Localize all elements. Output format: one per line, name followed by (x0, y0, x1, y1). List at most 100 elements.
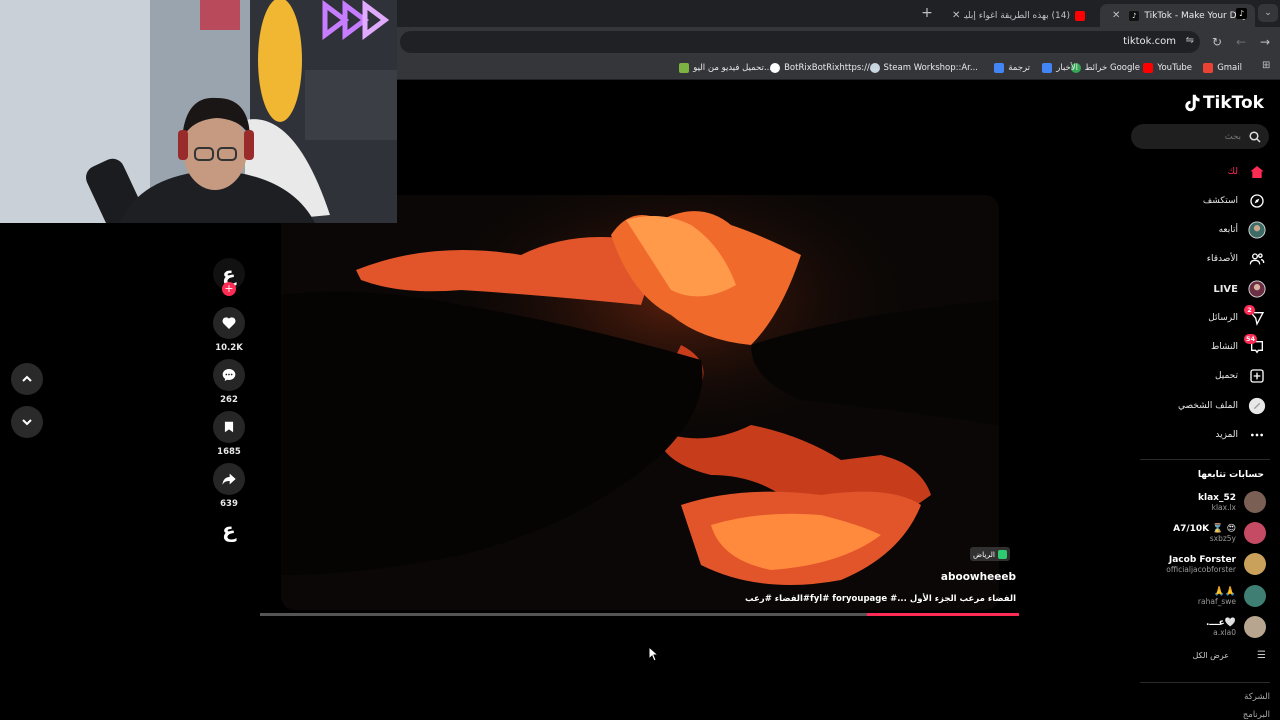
sidebar-item-compass[interactable]: استكشف (1203, 189, 1266, 213)
account-handle: sxbz5y (1209, 533, 1236, 543)
bookmark-news[interactable]: الأخبار (1038, 56, 1078, 79)
bookmark-youtube[interactable]: YouTube (1139, 56, 1192, 79)
tiktok-logo[interactable]: TikTok (1183, 93, 1264, 113)
tab-youtube[interactable]: ✕ (14) بهذه الطريقة اغواء إبليس ابـ (940, 4, 1098, 27)
account-handle: klax.lx (1211, 502, 1236, 512)
account-name: klax_52 (1198, 492, 1236, 503)
site-settings-icon[interactable]: ⇋ (1186, 35, 1194, 46)
news-icon (1042, 62, 1053, 73)
streamer-webcam-image (0, 0, 397, 223)
youtube-favicon-icon (1075, 10, 1085, 21)
sidebar-item-following-avatar[interactable]: أتابعه (1219, 218, 1266, 242)
account-text: 🙏🙏 rahaf_swe (1198, 587, 1236, 606)
close-tab-icon[interactable]: ✕ (952, 10, 960, 21)
apps-grid-icon[interactable]: ⊞ (1262, 60, 1270, 71)
video-caption[interactable]: الفضاء مرعب الجزء الأول ...# fyl# foryou… (745, 594, 1016, 604)
activity-icon: 54 (1244, 334, 1266, 356)
following-account[interactable]: klax_52 klax.lx (1198, 491, 1266, 513)
sound-disc[interactable]: ع (213, 514, 245, 546)
sidebar-item-label: استكشف (1202, 196, 1238, 206)
video-player[interactable] (281, 195, 999, 610)
sidebar-item-activity[interactable]: 54 النشاط (1210, 334, 1266, 359)
search-icon (1249, 130, 1261, 143)
account-text: .عـــ🤍 a.xla0 (1206, 618, 1236, 637)
location-label: الرياض (973, 549, 995, 559)
sidebar-item-label: LIVE (1213, 283, 1238, 295)
bookmark-steam[interactable]: Steam Workshop::Ar... (866, 56, 978, 79)
compass-icon (1248, 192, 1266, 210)
bookmark-label: ترجمة (1008, 62, 1030, 73)
following-section-title: حسابات تتابعها (1197, 470, 1264, 480)
close-tab-icon[interactable]: ✕ (1112, 10, 1120, 21)
previous-video-button[interactable] (11, 363, 43, 395)
share-count: 639 (220, 499, 238, 509)
tiktok-favicon-icon: ♪ (1236, 8, 1247, 19)
live-avatar-icon (1248, 280, 1266, 298)
follow-plus-button[interactable]: + (222, 282, 236, 296)
sidebar-item-send[interactable]: 2 الرسائل (1208, 305, 1266, 330)
bookmark-translate[interactable]: ترجمة (990, 56, 1030, 79)
bookmark-label: خرائط Google (1084, 62, 1140, 73)
sidebar-item-more[interactable]: المزيد (1215, 423, 1266, 447)
search-input[interactable]: بحث (1131, 124, 1269, 149)
chevron-up-icon (22, 375, 32, 382)
share-button[interactable] (213, 463, 245, 495)
back-arrow-icon[interactable]: → (1256, 33, 1274, 51)
account-name: .عـــ🤍 (1205, 617, 1236, 628)
search-placeholder: بحث (1224, 131, 1241, 142)
url-text: tiktok.com (1123, 36, 1176, 47)
account-name: A7/10K ⌛ 😍 (1173, 523, 1236, 534)
video-progress-bar[interactable] (260, 613, 1019, 616)
sidebar-item-label: الأصدقاء (1206, 254, 1238, 264)
heart-icon (222, 317, 236, 329)
see-all-button[interactable]: ☰ عرض الكل (1192, 650, 1266, 661)
following-account[interactable]: Jacob Forster officialjacobforster (1166, 553, 1266, 575)
address-bar[interactable]: tiktok.com ⇋ (400, 31, 1200, 53)
save-button[interactable] (213, 411, 245, 443)
bookmark-gmail[interactable]: Gmail (1199, 56, 1242, 79)
account-handle: officialjacobforster (1166, 564, 1236, 574)
bookmark-label: الأخبار (1056, 62, 1078, 73)
tiktok-note-icon (1185, 94, 1200, 112)
sidebar-item-profile-avatar[interactable]: الملف الشخصي (1178, 394, 1266, 418)
location-tag[interactable]: الرياض (970, 547, 1010, 561)
comment-button[interactable] (213, 359, 245, 391)
sidebar-item-label: النشاط (1210, 342, 1238, 352)
share-arrow-icon (222, 473, 236, 485)
notification-badge: 2 (1244, 305, 1255, 315)
sidebar-item-friends[interactable]: الأصدقاء (1207, 247, 1266, 271)
sidebar-item-home[interactable]: لك (1228, 160, 1266, 184)
footer-program-link[interactable]: البرنامج (1243, 710, 1270, 720)
reload-icon[interactable]: ↻ (1208, 33, 1226, 51)
bookmark-video-download[interactable]: تحميل فيديو من اليو... (675, 56, 772, 79)
video-progress-fill (867, 613, 1019, 616)
forward-arrow-icon[interactable]: ← (1232, 33, 1250, 51)
like-button[interactable] (213, 307, 245, 339)
webcam-overlay (0, 0, 397, 223)
following-account[interactable]: .عـــ🤍 a.xla0 (1206, 616, 1266, 638)
following-account[interactable]: A7/10K ⌛ 😍 sxbz5y (1173, 522, 1266, 544)
tiktok-wordmark: TikTok (1202, 93, 1264, 113)
sidebar-item-label: الملف الشخصي (1178, 401, 1238, 411)
tab-search-button[interactable]: ⌄ (1258, 4, 1278, 22)
list-icon: ☰ (1257, 650, 1266, 661)
see-all-label: عرض الكل (1192, 651, 1230, 660)
tab-tiktok[interactable]: ✕ ♪ TikTok - Make Your Day (1100, 4, 1255, 27)
following-account[interactable]: 🙏🙏 rahaf_swe (1198, 585, 1266, 607)
next-video-button[interactable] (11, 406, 43, 438)
tab-title: TikTok - Make Your Day (1144, 10, 1248, 21)
bookmark-botrix[interactable]: BotRixBotRixhttps://... (766, 56, 878, 79)
bookmark-label: Steam Workshop::Ar... (883, 62, 978, 73)
notification-badge: 54 (1244, 334, 1258, 344)
footer-company-link[interactable]: الشركة (1244, 692, 1270, 702)
account-handle: rahaf_swe (1197, 596, 1236, 606)
like-count: 10.2K (215, 343, 243, 353)
bookmark-label: تحميل فيديو من اليو... (693, 62, 772, 73)
new-tab-button[interactable]: + (918, 5, 936, 23)
tab-title: (14) بهذه الطريقة اغواء إبليس ابـ (964, 10, 1070, 21)
avatar (1244, 491, 1266, 513)
author-username[interactable]: aboowheeeb (941, 571, 1016, 583)
sidebar-item-upload[interactable]: تحميل (1215, 364, 1266, 388)
following-avatar-icon (1248, 221, 1266, 239)
sidebar-item-live-avatar[interactable]: LIVE (1213, 277, 1266, 301)
